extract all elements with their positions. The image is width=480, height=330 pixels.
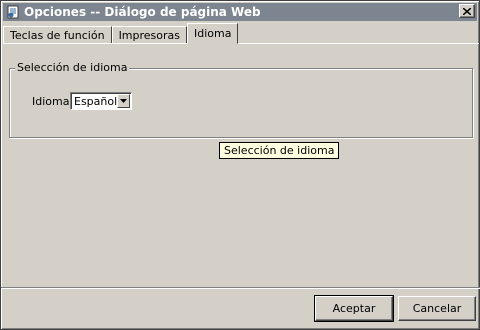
language-label: Idioma	[32, 95, 70, 108]
tab-strip: Teclas de función Impresoras Idioma	[3, 23, 239, 44]
tab-teclas-de-funcion[interactable]: Teclas de función	[3, 26, 112, 44]
groupbox-legend: Selección de idioma	[15, 61, 130, 74]
cancel-button[interactable]: Cancelar	[398, 296, 476, 321]
window-title: Opciones -- Diálogo de página Web	[24, 5, 261, 19]
language-select-value: Español	[74, 94, 118, 108]
tab-label: Impresoras	[118, 29, 181, 42]
language-select[interactable]: Español	[70, 92, 132, 110]
tab-label: Teclas de función	[10, 29, 105, 42]
close-button[interactable]	[459, 4, 475, 18]
tab-impresoras[interactable]: Impresoras	[111, 26, 188, 44]
tab-label: Idioma	[194, 27, 232, 40]
close-icon	[462, 5, 472, 18]
ok-button-label: Aceptar	[332, 302, 376, 315]
ie-page-icon	[5, 4, 21, 20]
title-bar[interactable]: Opciones -- Diálogo de página Web	[3, 3, 477, 21]
dialog-window: Opciones -- Diálogo de página Web Teclas…	[0, 0, 480, 330]
footer-separator	[1, 287, 480, 289]
ok-button[interactable]: Aceptar	[314, 295, 394, 322]
chevron-down-icon[interactable]	[117, 94, 130, 108]
cancel-button-label: Cancelar	[412, 302, 462, 315]
tooltip-text: Selección de idioma	[224, 144, 335, 157]
tab-idioma[interactable]: Idioma	[187, 23, 239, 44]
tooltip: Selección de idioma	[219, 142, 340, 159]
